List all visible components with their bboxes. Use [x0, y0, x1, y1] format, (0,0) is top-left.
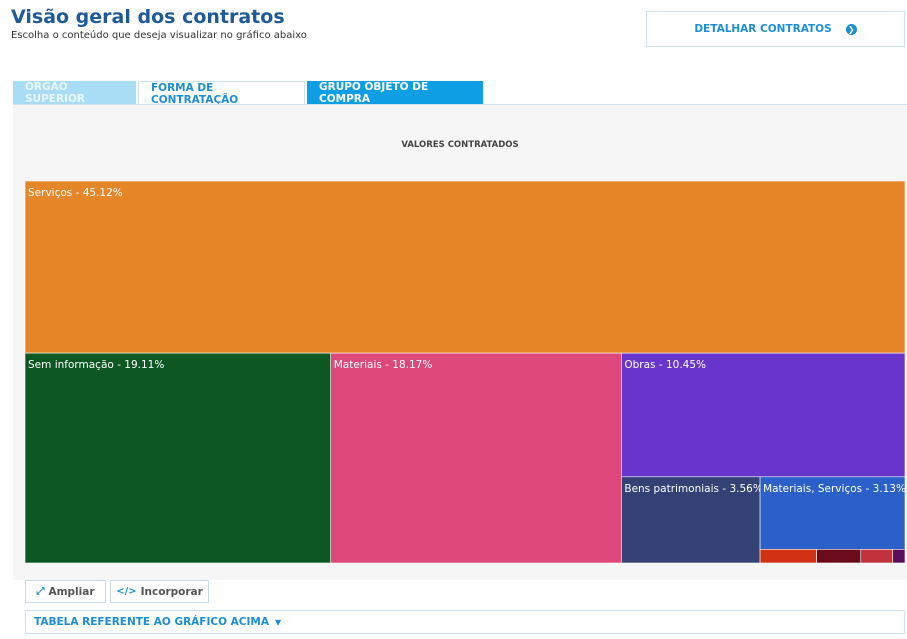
expand-arrows-icon: ⤢ — [36, 586, 45, 597]
treemap-cell[interactable] — [621, 352, 906, 478]
treemap-cell[interactable] — [24, 180, 906, 354]
caret-down-icon: ▼ — [274, 617, 282, 627]
treemap-cell[interactable] — [621, 476, 761, 564]
treemap-cell[interactable] — [892, 549, 906, 564]
incorporar-button[interactable]: </> Incorporar — [110, 580, 209, 603]
treemap-cell[interactable] — [860, 549, 894, 564]
ampliar-label: Ampliar — [48, 585, 95, 598]
tab-grupo-objeto-compra[interactable]: GRUPO OBJETO DE COMPRA — [307, 81, 483, 105]
page-title: Visão geral dos contratos — [11, 6, 285, 28]
chart-title: VALORES CONTRATADOS — [401, 140, 519, 150]
table-toggle-label: TABELA REFERENTE AO GRÁFICO ACIMA — [34, 616, 269, 628]
chart-tabs: ÓRGÃO SUPERIOR FORMA DE CONTRATAÇÃO GRUP… — [13, 81, 485, 106]
tab-orgao-superior[interactable]: ÓRGÃO SUPERIOR — [13, 81, 136, 105]
table-toggle[interactable]: TABELA REFERENTE AO GRÁFICO ACIMA ▼ — [25, 610, 905, 634]
treemap-cell[interactable] — [330, 352, 622, 564]
page-subtitle: Escolha o conteúdo que deseja visualizar… — [11, 30, 307, 41]
code-icon: </> — [116, 586, 137, 597]
treemap-cell[interactable] — [816, 549, 862, 564]
tab-forma-contratacao[interactable]: FORMA DE CONTRATAÇÃO — [138, 81, 305, 106]
treemap-cell[interactable] — [759, 549, 817, 564]
chevron-circle-right-icon: ❯ — [845, 23, 857, 35]
treemap-cell[interactable] — [759, 476, 906, 550]
incorporar-label: Incorporar — [140, 585, 203, 598]
detail-contracts-button[interactable]: DETALHAR CONTRATOS ❯ — [646, 11, 905, 47]
detail-contracts-label: DETALHAR CONTRATOS — [694, 23, 832, 35]
ampliar-button[interactable]: ⤢ Ampliar — [25, 580, 106, 603]
treemap-cell[interactable] — [24, 352, 332, 564]
